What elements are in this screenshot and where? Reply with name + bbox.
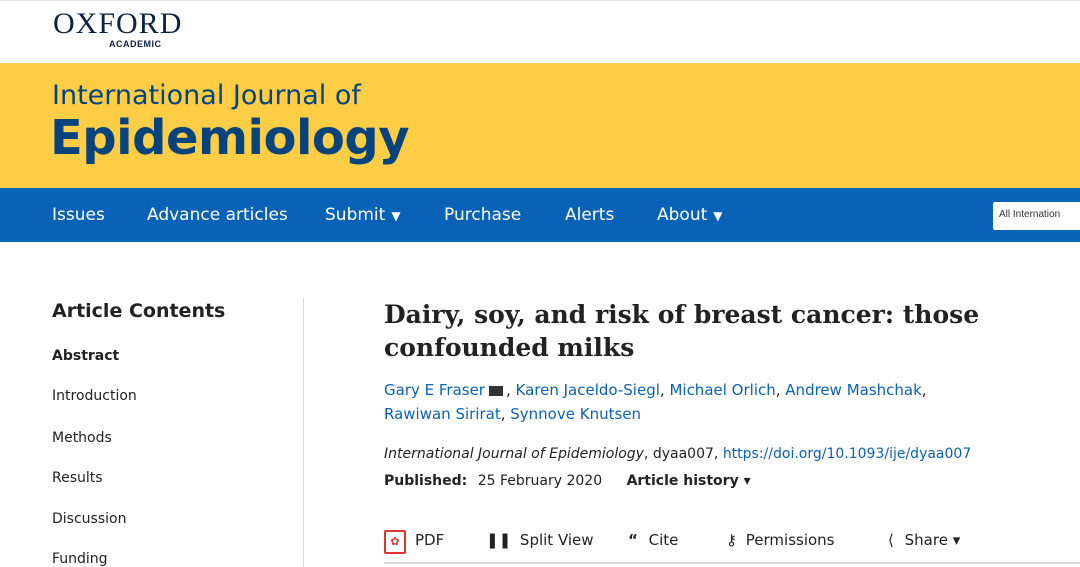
split-view-label: Split View [519,531,594,549]
sidebar-item-funding[interactable]: Funding [52,551,108,567]
split-view-button[interactable]: ❚❚ Split View [486,531,594,549]
nav-alerts-label: Alerts [565,205,615,225]
published-line: Published: 25 February 2020 Article hist… [384,473,751,489]
logo-wordmark: OXFORD [53,7,183,40]
author-link[interactable]: Michael Orlich [669,381,775,399]
sidebar-item-methods[interactable]: Methods [52,430,112,446]
nav-issues[interactable]: Issues [52,205,105,225]
author-link[interactable]: Synnove Knutsen [510,405,641,423]
cite-button[interactable]: “ Cite [628,531,678,549]
chevron-down-icon: ▼ [391,209,401,223]
nav-submit-label: Submit [325,205,386,225]
sidebar-item-introduction[interactable]: Introduction [52,388,137,404]
main-nav: Issues Advance articles Submit ▼ Purchase… [0,188,1080,242]
share-label: Share ▾ [904,531,961,549]
article-contents-sidebar: Article Contents Abstract Introduction M… [52,300,302,567]
published-date: 25 February 2020 [477,473,603,489]
citation-journal: International Journal of Epidemiology [384,446,644,462]
sidebar-heading: Article Contents [52,300,226,322]
nav-advance-articles[interactable]: Advance articles [147,205,288,225]
nav-alerts[interactable]: Alerts [565,205,614,225]
nav-submit[interactable]: Submit ▼ [325,205,401,225]
share-icon: ⟨ [888,531,894,549]
pdf-label: PDF [415,531,445,549]
quote-icon: “ [628,531,638,549]
pdf-icon: ✿ [384,530,406,554]
chevron-down-icon: ▼ [713,209,723,223]
nav-advance-label: Advance articles [147,205,288,225]
article-header: Dairy, soy, and risk of breast cancer: t… [384,298,1080,564]
doi-link[interactable]: https://doi.org/10.1093/ije/dyaa007 [723,446,971,462]
toolbar-rule [384,562,1080,564]
author-link[interactable]: Gary E Fraser [384,381,485,399]
citation-line: International Journal of Epidemiology, d… [384,446,971,462]
oxford-academic-logo[interactable]: OXFORD ACADEMIC [53,9,193,53]
split-view-icon: ❚❚ [486,531,512,549]
key-icon: ⚷ [726,531,737,549]
author-list: Gary E Fraser, Karen Jaceldo-Siegl, Mich… [384,381,927,423]
sidebar-item-abstract[interactable]: Abstract [52,348,119,364]
author-link[interactable]: Rawiwan Sirirat [384,405,501,423]
share-button[interactable]: ⟨ Share ▾ [888,531,960,549]
nav-about[interactable]: About ▼ [657,205,723,225]
published-label: Published: [384,473,468,489]
author-link[interactable]: Andrew Mashchak [785,381,921,399]
cite-label: Cite [648,531,679,549]
publisher-bar: OXFORD ACADEMIC [0,0,1080,63]
article-history-toggle[interactable]: Article history ▾ [627,473,751,489]
author-link[interactable]: Karen Jaceldo-Siegl [516,381,660,399]
permissions-button[interactable]: ⚷ Permissions [726,531,835,549]
journal-kicker[interactable]: International Journal of [52,80,361,111]
journal-title[interactable]: Epidemiology [50,110,410,166]
logo-subtitle: ACADEMIC [109,39,162,49]
journal-banner: International Journal of Epidemiology [0,63,1080,188]
nav-purchase[interactable]: Purchase [444,205,521,225]
search-scope-select[interactable]: All Internation [993,202,1080,230]
nav-about-label: About [657,205,708,225]
permissions-label: Permissions [745,531,835,549]
sidebar-divider [303,298,304,567]
email-icon[interactable] [488,386,503,396]
article-title: Dairy, soy, and risk of breast cancer: t… [384,300,980,362]
nav-issues-label: Issues [52,205,105,225]
citation-id: , dyaa007, [643,446,723,462]
pdf-button[interactable]: ✿ PDF [384,530,445,554]
sidebar-item-discussion[interactable]: Discussion [52,511,126,527]
nav-purchase-label: Purchase [444,205,522,225]
sidebar-item-results[interactable]: Results [52,470,103,486]
